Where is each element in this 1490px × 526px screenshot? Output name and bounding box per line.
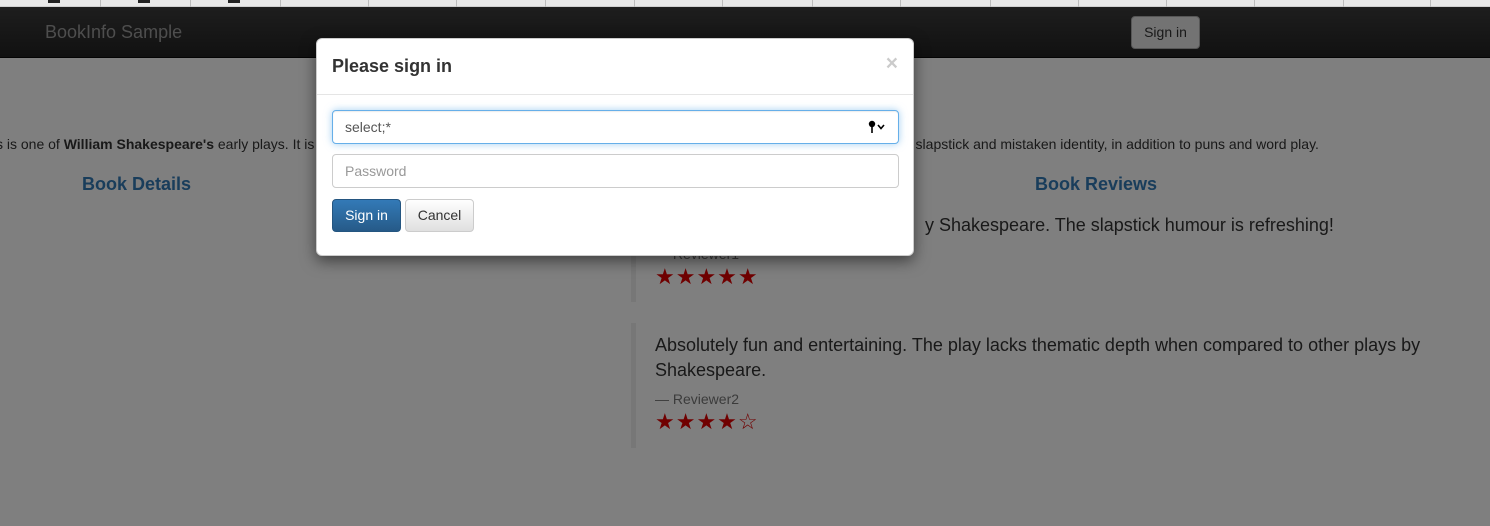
- username-input[interactable]: select;*: [332, 110, 899, 144]
- modal-header: Please sign in ×: [317, 39, 913, 95]
- username-value: select;*: [345, 119, 391, 135]
- browser-tab-strip: [0, 0, 1490, 7]
- key-icon[interactable]: [868, 120, 886, 134]
- close-icon[interactable]: ×: [886, 53, 898, 74]
- password-input[interactable]: Password: [332, 154, 899, 188]
- sign-in-button[interactable]: Sign in: [332, 199, 401, 232]
- modal-title: Please sign in: [332, 56, 453, 76]
- password-placeholder: Password: [345, 163, 407, 179]
- chevron-down-icon: [877, 124, 885, 130]
- sign-in-modal: Please sign in × select;* Password Sign …: [316, 38, 914, 256]
- cancel-button[interactable]: Cancel: [405, 199, 474, 232]
